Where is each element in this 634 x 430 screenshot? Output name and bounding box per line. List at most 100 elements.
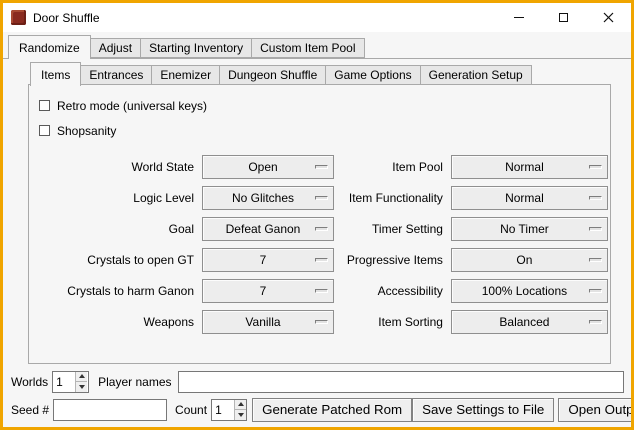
option-row: Goal Defeat Ganon [37, 213, 341, 244]
titlebar: Door Shuffle [3, 3, 631, 32]
generate-patched-rom-button[interactable]: Generate Patched Rom [252, 398, 412, 422]
dropdown-indicator-icon [315, 165, 328, 169]
count-label: Count [175, 403, 207, 417]
dropdown-indicator-icon [315, 289, 328, 293]
dropdown-value: Vanilla [245, 315, 290, 329]
tab-generation-setup[interactable]: Generation Setup [420, 65, 532, 85]
logic-level-dropdown[interactable]: No Glitches [202, 186, 334, 210]
accessibility-label: Accessibility [341, 284, 451, 298]
tab-dungeon-shuffle[interactable]: Dungeon Shuffle [219, 65, 326, 85]
progressive-items-dropdown[interactable]: On [451, 248, 608, 272]
spin-up-button[interactable] [76, 372, 87, 382]
item-functionality-dropdown[interactable]: Normal [451, 186, 608, 210]
item-pool-label: Item Pool [341, 160, 451, 174]
tab-enemizer[interactable]: Enemizer [151, 65, 220, 85]
tab-randomize[interactable]: Randomize [8, 35, 91, 59]
dropdown-value: Balanced [499, 315, 559, 329]
weapons-label: Weapons [37, 315, 202, 329]
crystals-harm-ganon-label: Crystals to harm Ganon [37, 284, 202, 298]
shopsanity-label: Shopsanity [57, 124, 116, 138]
shopsanity-checkbox-row[interactable]: Shopsanity [39, 118, 610, 143]
dropdown-indicator-icon [315, 258, 328, 262]
crystals-open-gt-label: Crystals to open GT [37, 253, 202, 267]
logic-level-label: Logic Level [37, 191, 202, 205]
arrow-up-icon [79, 374, 85, 378]
app-icon [11, 10, 26, 25]
accessibility-dropdown[interactable]: 100% Locations [451, 279, 608, 303]
tab-label: Generation Setup [429, 68, 523, 82]
tab-label: Enemizer [160, 68, 211, 82]
close-icon [603, 12, 614, 23]
spinner-arrows [234, 400, 246, 420]
option-row: Crystals to open GT 7 [37, 244, 341, 275]
crystals-open-gt-dropdown[interactable]: 7 [202, 248, 334, 272]
dropdown-indicator-icon [315, 320, 328, 324]
goal-dropdown[interactable]: Defeat Ganon [202, 217, 334, 241]
option-row: Timer Setting No Timer [341, 213, 610, 244]
dropdown-value: On [516, 253, 542, 267]
tab-game-options[interactable]: Game Options [325, 65, 420, 85]
item-pool-dropdown[interactable]: Normal [451, 155, 608, 179]
retro-mode-checkbox-row[interactable]: Retro mode (universal keys) [39, 93, 610, 118]
dropdown-indicator-icon [589, 258, 602, 262]
options-left-column: World State Open Logic Level No Glitches… [37, 151, 341, 337]
arrow-up-icon [238, 402, 244, 406]
timer-setting-dropdown[interactable]: No Timer [451, 217, 608, 241]
tab-starting-inventory[interactable]: Starting Inventory [140, 38, 252, 58]
items-panel: Retro mode (universal keys) Shopsanity W… [28, 84, 611, 364]
world-state-dropdown[interactable]: Open [202, 155, 334, 179]
dropdown-value: Normal [505, 160, 554, 174]
worlds-row: Worlds Player names [11, 370, 625, 393]
worlds-input[interactable] [53, 372, 75, 392]
minimize-button[interactable] [496, 3, 541, 32]
arrow-down-icon [238, 413, 244, 417]
save-settings-button[interactable]: Save Settings to File [412, 398, 554, 422]
main-tab-bar: Randomize Adjust Starting Inventory Cust… [3, 32, 631, 59]
count-input[interactable] [212, 400, 234, 420]
goal-label: Goal [37, 222, 202, 236]
options-right-column: Item Pool Normal Item Functionality Norm… [341, 151, 610, 337]
option-row: Logic Level No Glitches [37, 182, 341, 213]
spin-down-button[interactable] [235, 409, 246, 420]
tab-entrances[interactable]: Entrances [80, 65, 152, 85]
seed-row: Seed # Count Generate Patched Rom Save S… [11, 398, 625, 421]
item-sorting-dropdown[interactable]: Balanced [451, 310, 608, 334]
close-button[interactable] [586, 3, 631, 32]
dropdown-indicator-icon [589, 320, 602, 324]
crystals-harm-ganon-dropdown[interactable]: 7 [202, 279, 334, 303]
dropdown-value: Open [248, 160, 287, 174]
option-row: Crystals to harm Ganon 7 [37, 275, 341, 306]
tab-items[interactable]: Items [30, 62, 81, 86]
window-controls [496, 3, 631, 32]
player-names-input[interactable] [178, 371, 625, 393]
retro-mode-checkbox[interactable] [39, 100, 50, 111]
shopsanity-checkbox[interactable] [39, 125, 50, 136]
dropdown-indicator-icon [315, 227, 328, 231]
dropdown-value: Defeat Ganon [226, 222, 311, 236]
maximize-button[interactable] [541, 3, 586, 32]
spin-up-button[interactable] [235, 400, 246, 410]
weapons-dropdown[interactable]: Vanilla [202, 310, 334, 334]
worlds-label: Worlds [11, 375, 48, 389]
dropdown-value: 7 [260, 284, 277, 298]
open-output-directory-button[interactable]: Open Output Directory [558, 398, 634, 422]
tab-custom-item-pool[interactable]: Custom Item Pool [251, 38, 364, 58]
dropdown-value: 7 [260, 253, 277, 267]
bottom-bar: Worlds Player names Seed # Count [3, 364, 631, 427]
worlds-spinner[interactable] [52, 371, 89, 393]
dropdown-indicator-icon [589, 165, 602, 169]
count-spinner[interactable] [211, 399, 247, 421]
window-title: Door Shuffle [33, 11, 100, 25]
timer-setting-label: Timer Setting [341, 222, 451, 236]
maximize-icon [559, 13, 568, 22]
tab-label: Game Options [334, 68, 411, 82]
spin-down-button[interactable] [76, 381, 87, 392]
tab-label: Custom Item Pool [260, 41, 355, 55]
tab-label: Adjust [99, 41, 132, 55]
seed-input[interactable] [53, 399, 167, 421]
sub-tab-bar: Items Entrances Enemizer Dungeon Shuffle… [30, 62, 631, 85]
minimize-icon [514, 17, 524, 18]
tab-adjust[interactable]: Adjust [90, 38, 141, 58]
tab-label: Starting Inventory [149, 41, 243, 55]
retro-mode-label: Retro mode (universal keys) [57, 99, 207, 113]
